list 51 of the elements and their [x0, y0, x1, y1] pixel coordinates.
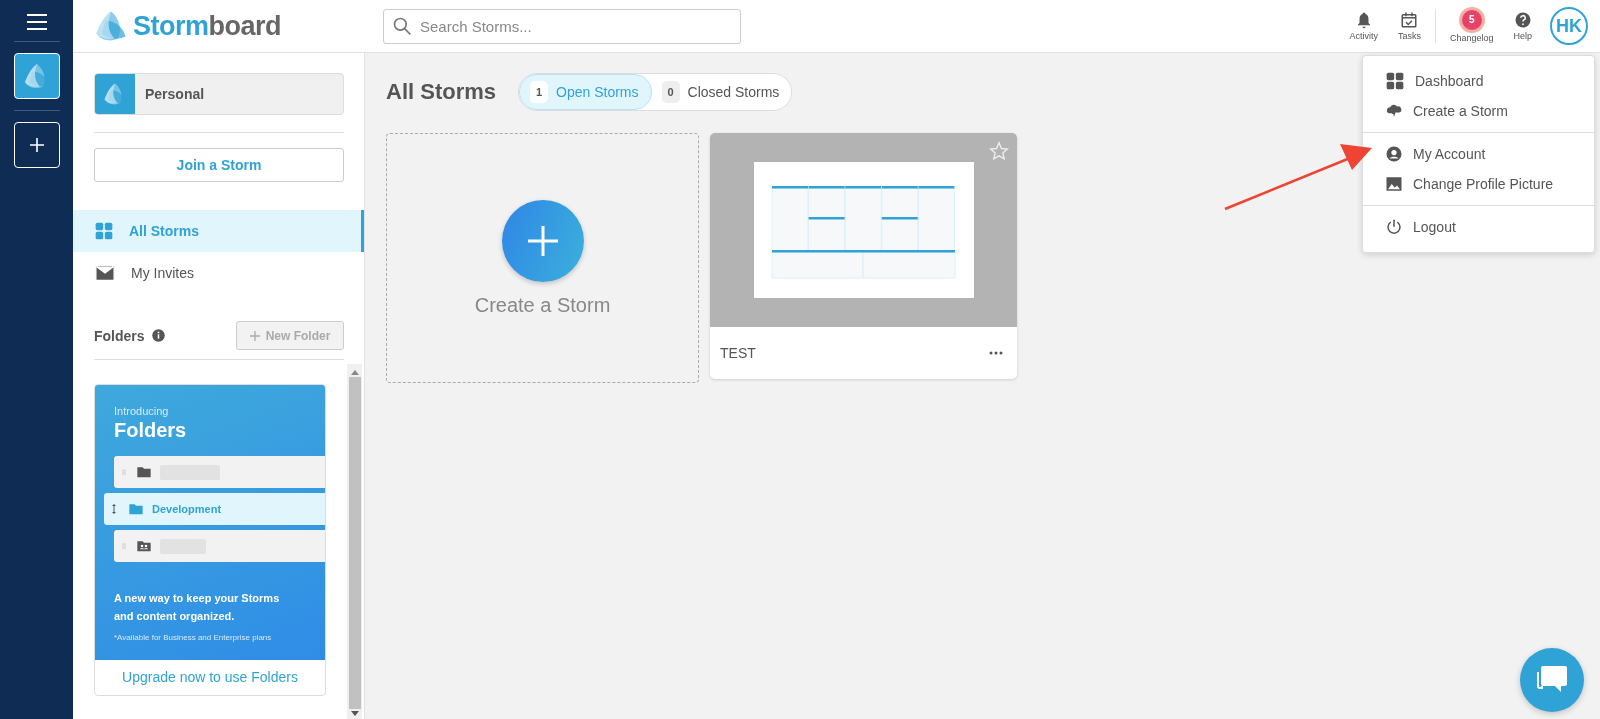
more-icon [989, 351, 1003, 355]
promo-eyebrow: Introducing [114, 405, 170, 417]
menu-item[interactable]: Logout [1363, 212, 1594, 242]
plus-circle-icon [501, 199, 584, 282]
filter-label: Open Storms [556, 84, 639, 100]
filter-label: Closed Storms [687, 84, 780, 100]
menu-item[interactable]: Change Profile Picture [1363, 169, 1594, 199]
header-action-button[interactable]: Tasks [1389, 11, 1429, 41]
folder-icon [128, 501, 144, 517]
create-storm-label: Create a Storm [474, 293, 611, 317]
notification-badge: 5 [1461, 9, 1482, 30]
grid-icon [94, 221, 114, 241]
page-title: All Storms [386, 79, 497, 105]
calendar-icon [1400, 11, 1419, 29]
image-icon [1385, 175, 1403, 193]
scroll-down-icon [350, 711, 359, 717]
power-icon [1385, 218, 1403, 236]
count-badge: 1 [530, 81, 549, 103]
logo-text: Stormboard [133, 10, 282, 42]
filter-tab[interactable]: 1 Open Storms [519, 74, 652, 110]
menu-icon[interactable] [26, 14, 47, 30]
menu-item[interactable]: Create a Storm [1363, 96, 1594, 126]
count-badge: 0 [661, 81, 680, 103]
promo-footnote: *Available for Business and Enterprise plans [114, 633, 273, 642]
folders-heading: Folders [94, 327, 145, 344]
header-action-button[interactable]: Help [1505, 11, 1540, 41]
plus-icon [28, 137, 45, 153]
grid-icon [1385, 71, 1405, 91]
plus-icon [249, 330, 260, 341]
scrollbar[interactable] [347, 364, 362, 719]
shared-folder-icon [136, 538, 152, 554]
star-icon[interactable] [989, 141, 1009, 161]
storm-card[interactable]: TEST [710, 133, 1017, 379]
storm-title: TEST [720, 345, 756, 361]
folder-icon [136, 464, 152, 480]
search-icon [392, 15, 412, 36]
search-field[interactable]: Search Storms... [383, 8, 741, 44]
workspace-selector[interactable]: Personal [94, 73, 344, 115]
folder-label: Development [152, 503, 222, 515]
header-action-button[interactable]: 5 Changelog [1441, 9, 1502, 43]
header-action-button[interactable]: Activity [1341, 11, 1386, 41]
add-workspace-button[interactable] [13, 122, 60, 168]
scroll-up-icon [350, 369, 359, 375]
promo-title: Folders [114, 419, 188, 442]
help-icon [1513, 11, 1532, 29]
chat-button[interactable] [1520, 648, 1584, 712]
user-circle-icon [1385, 145, 1403, 163]
info-icon [150, 328, 166, 343]
promo-text: A new way to keep your Storms and content organized. [114, 591, 281, 624]
menu-item[interactable]: Dashboard [1363, 66, 1594, 96]
workspace-button[interactable] [13, 53, 60, 99]
